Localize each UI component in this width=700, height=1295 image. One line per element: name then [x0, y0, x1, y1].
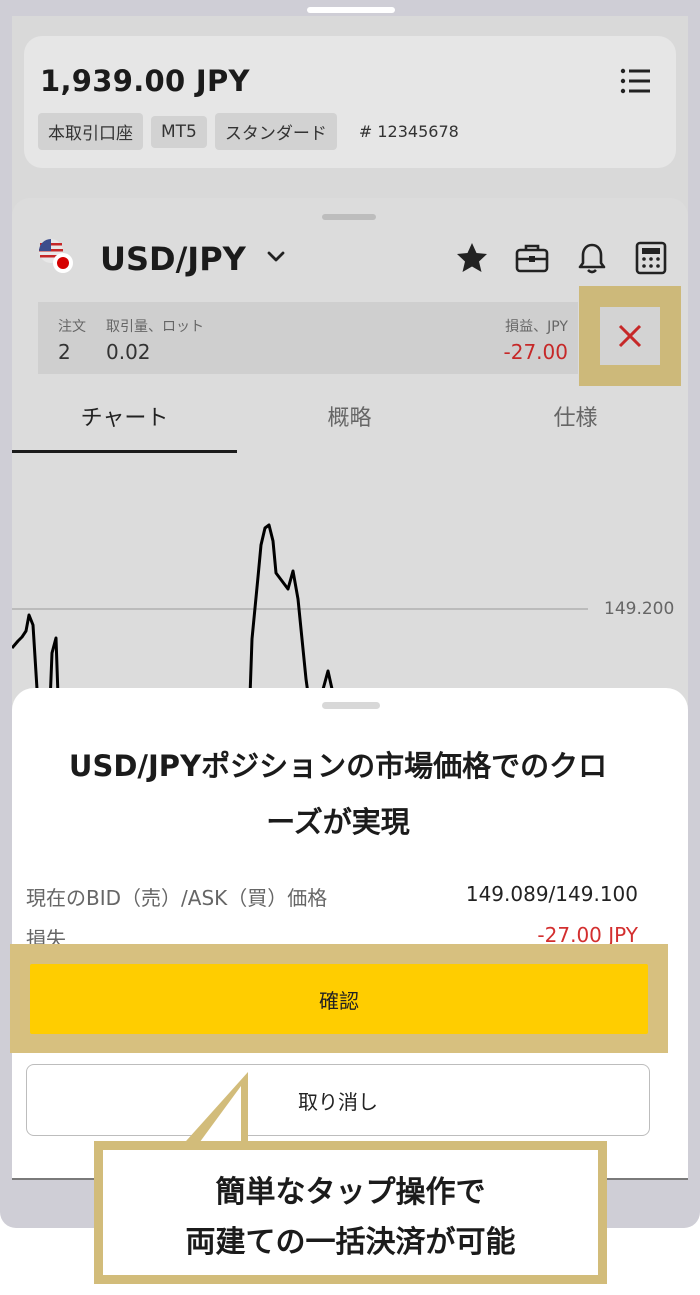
- close-icon: [618, 324, 642, 348]
- dialog-title: USD/JPYポジションの市場価格でのクロ ーズが実現: [30, 738, 646, 850]
- dialog-title-line-2: ーズが実現: [266, 805, 410, 839]
- volume-value: 0.02: [106, 340, 151, 364]
- bid-ask-value: 149.089/149.100: [465, 882, 638, 906]
- account-class-tag: スタンダード: [214, 113, 337, 150]
- price-level-label: 149.200: [604, 599, 675, 619]
- briefcase-icon[interactable]: [514, 240, 550, 276]
- tab-specification[interactable]: 仕様: [463, 400, 688, 432]
- account-number: # 12345678: [358, 122, 459, 141]
- platform-tag: MT5: [151, 115, 207, 148]
- star-icon[interactable]: [454, 240, 490, 276]
- open-position-row[interactable]: 注文 2 取引量、ロット 0.02 損益、JPY -27.00: [38, 302, 578, 374]
- close-position-button[interactable]: [600, 307, 660, 365]
- callout-line-2: 両建ての一括決済が可能: [185, 1225, 516, 1260]
- chevron-down-icon[interactable]: [266, 248, 286, 266]
- callout-pointer: [178, 1072, 248, 1150]
- pnl-value: -27.00: [503, 340, 568, 364]
- instrument-symbol[interactable]: USD/JPY: [100, 240, 246, 278]
- account-type-tag: 本取引口座: [38, 113, 143, 150]
- volume-label: 取引量、ロット: [106, 319, 204, 335]
- list-menu-icon[interactable]: [620, 68, 650, 94]
- confirm-button[interactable]: 確認: [30, 964, 648, 1034]
- feature-callout: 簡単なタップ操作で 両建ての一括決済が可能: [94, 1141, 607, 1284]
- bid-ask-label: 現在のBID（売）/ASK（買）価格: [26, 886, 328, 910]
- bell-icon[interactable]: [574, 240, 610, 276]
- instrument-tabs: チャート 概略 仕様: [12, 392, 688, 454]
- usd-jpy-flag-icon: [39, 239, 73, 273]
- panel-drag-handle[interactable]: [322, 214, 376, 220]
- orders-value: 2: [58, 340, 71, 364]
- orders-label: 注文: [58, 319, 86, 335]
- dialog-drag-handle[interactable]: [322, 702, 380, 709]
- callout-line-1: 簡単なタップ操作で: [215, 1175, 486, 1210]
- callout-text: 簡単なタップ操作で 両建ての一括決済が可能: [103, 1168, 598, 1268]
- account-balance: 1,939.00 JPY: [40, 64, 250, 98]
- tab-chart[interactable]: チャート: [12, 400, 237, 432]
- dialog-title-line-1: USD/JPYポジションの市場価格でのクロ: [68, 749, 608, 783]
- phone-notch: [307, 7, 395, 13]
- cancel-button[interactable]: 取り消し: [26, 1064, 650, 1136]
- account-tags: 本取引口座 MT5 スタンダード # 12345678: [38, 113, 459, 150]
- calculator-icon[interactable]: [633, 240, 669, 276]
- tab-overview[interactable]: 概略: [237, 400, 462, 432]
- pnl-label: 損益、JPY: [505, 319, 568, 335]
